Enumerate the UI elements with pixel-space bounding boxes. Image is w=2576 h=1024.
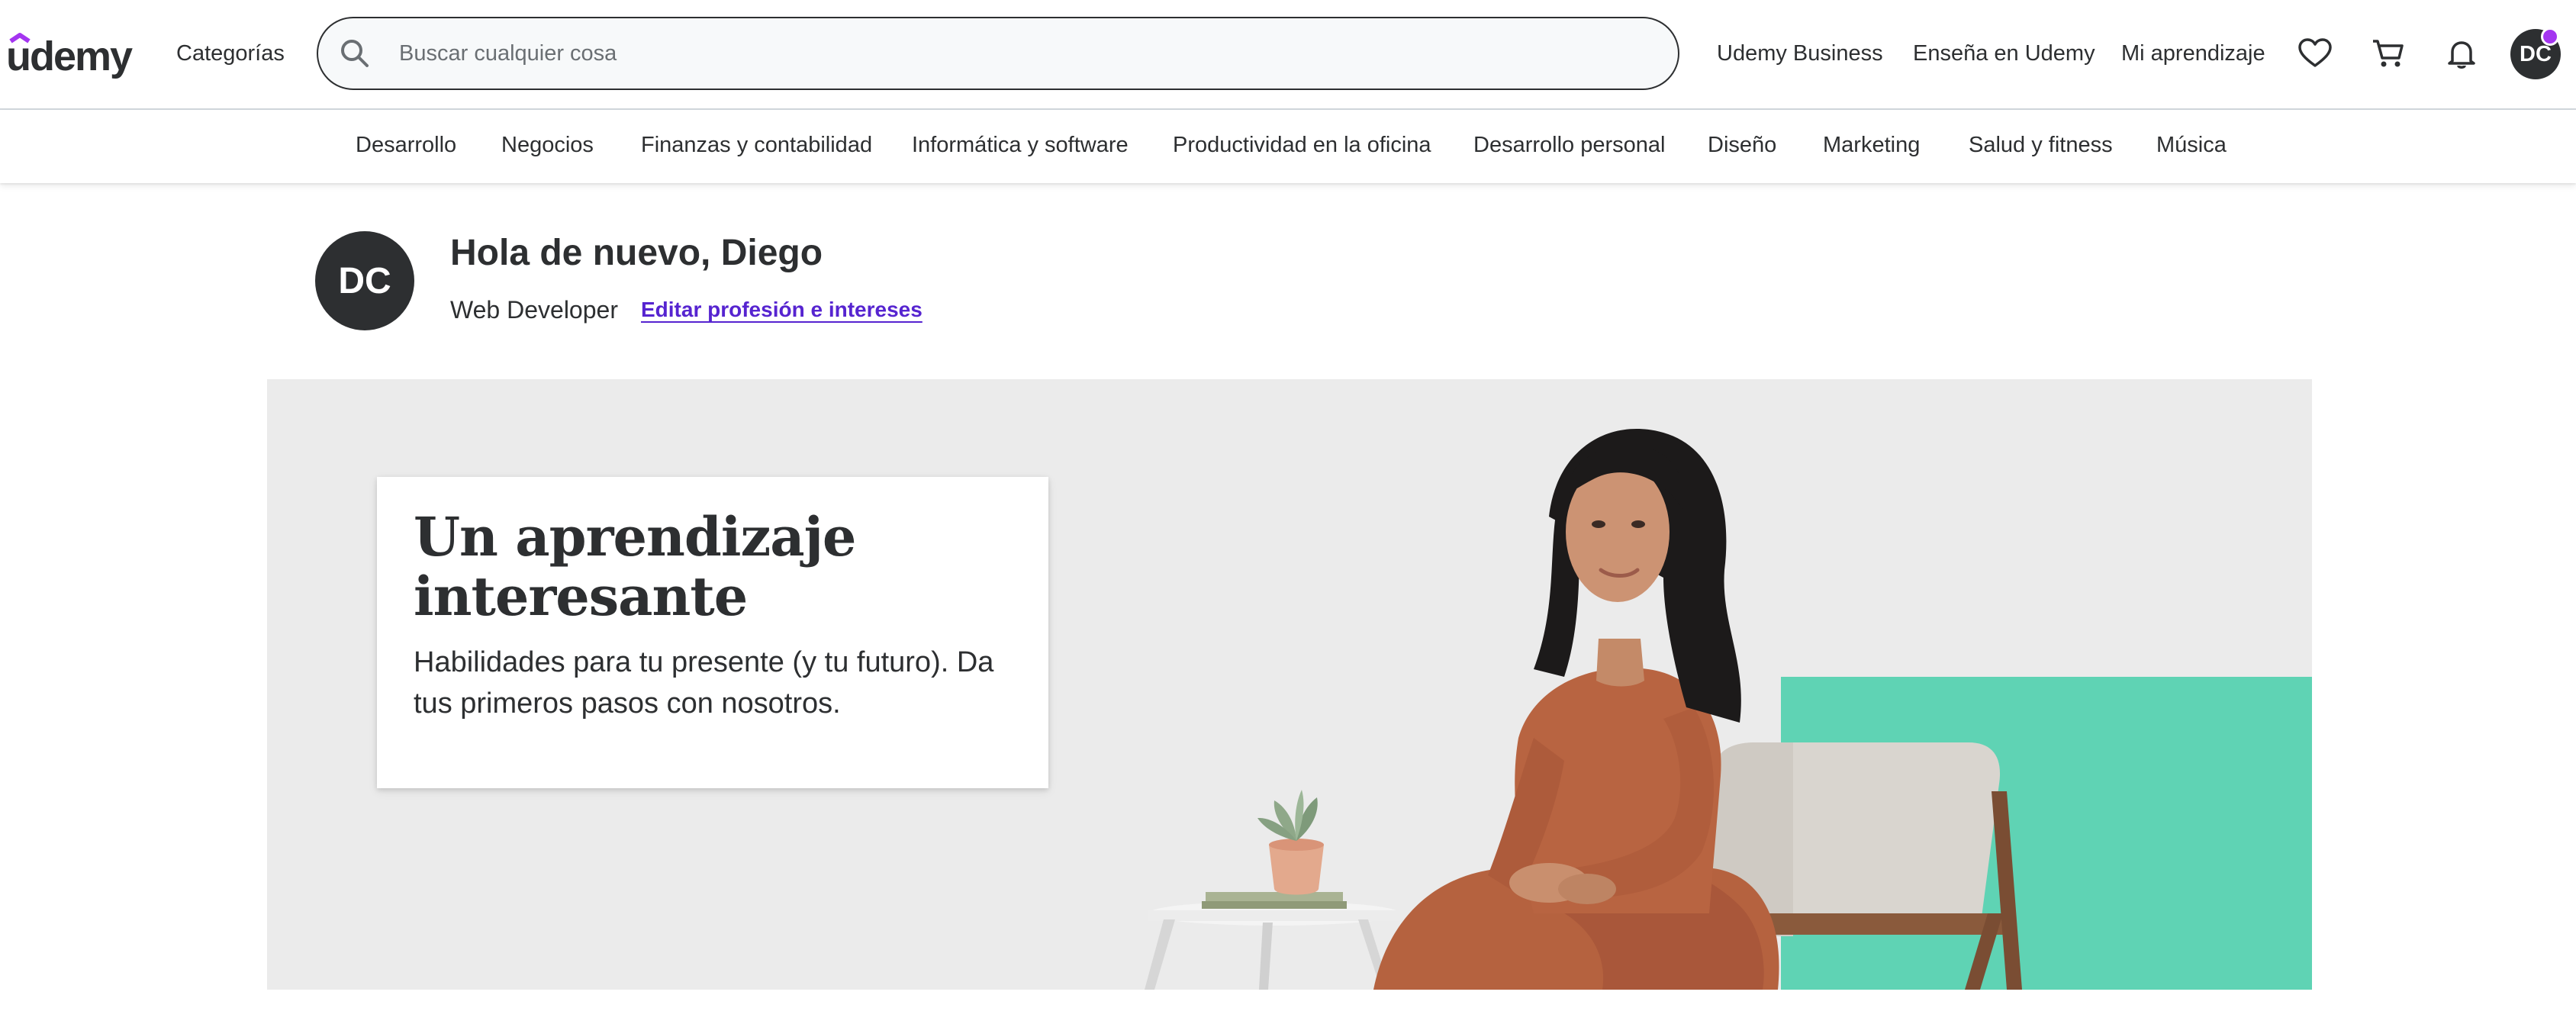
hero-banner: Un aprendizaje interesante Habilidades p… — [267, 379, 2312, 990]
udemy-logo-mark: udemy — [6, 33, 134, 79]
cart-icon — [2373, 40, 2404, 67]
category-desarrollo[interactable]: Desarrollo — [356, 130, 456, 160]
notification-dot — [2541, 27, 2559, 46]
svg-text:udemy: udemy — [6, 34, 133, 79]
teach-on-udemy-link[interactable]: Enseña en Udemy — [1913, 38, 2095, 69]
cart-button[interactable] — [2365, 31, 2411, 76]
category-bar: Desarrollo Negocios Finanzas y contabili… — [0, 110, 2576, 183]
category-negocios[interactable]: Negocios — [501, 130, 594, 160]
welcome-title: Hola de nuevo, Diego — [450, 233, 823, 273]
banner-title: Un aprendizaje interesante — [414, 505, 856, 628]
category-informatica[interactable]: Informática y software — [912, 130, 1129, 160]
top-header: udemy Categorías Udemy Business Enseña e… — [0, 0, 2576, 110]
categories-menu[interactable]: Categorías — [176, 38, 285, 69]
welcome-avatar: DC — [315, 231, 414, 330]
user-profession: Web Developer — [450, 296, 618, 324]
category-marketing[interactable]: Marketing — [1823, 130, 1920, 160]
category-finanzas[interactable]: Finanzas y contabilidad — [641, 130, 872, 160]
wishlist-button[interactable] — [2292, 31, 2338, 76]
heart-icon — [2298, 38, 2332, 67]
notifications-button[interactable] — [2439, 31, 2484, 76]
bell-icon — [2448, 41, 2475, 69]
edit-profession-link[interactable]: Editar profesión e intereses — [641, 293, 923, 327]
search-icon[interactable] — [336, 35, 373, 72]
search-input[interactable] — [399, 34, 1650, 73]
category-salud[interactable]: Salud y fitness — [1969, 130, 2113, 160]
udemy-logo[interactable]: udemy — [6, 27, 148, 79]
my-learning-link[interactable]: Mi aprendizaje — [2121, 38, 2265, 69]
category-desarrollo-personal[interactable]: Desarrollo personal — [1473, 130, 1665, 160]
banner-card: Un aprendizaje interesante Habilidades p… — [377, 477, 1048, 788]
category-diseno[interactable]: Diseño — [1708, 130, 1776, 160]
banner-description: Habilidades para tu presente (y tu futur… — [414, 646, 994, 720]
search-bar[interactable] — [317, 17, 1679, 90]
udemy-business-link[interactable]: Udemy Business — [1717, 38, 1883, 69]
category-productividad[interactable]: Productividad en la oficina — [1173, 130, 1431, 160]
category-musica[interactable]: Música — [2156, 130, 2227, 160]
